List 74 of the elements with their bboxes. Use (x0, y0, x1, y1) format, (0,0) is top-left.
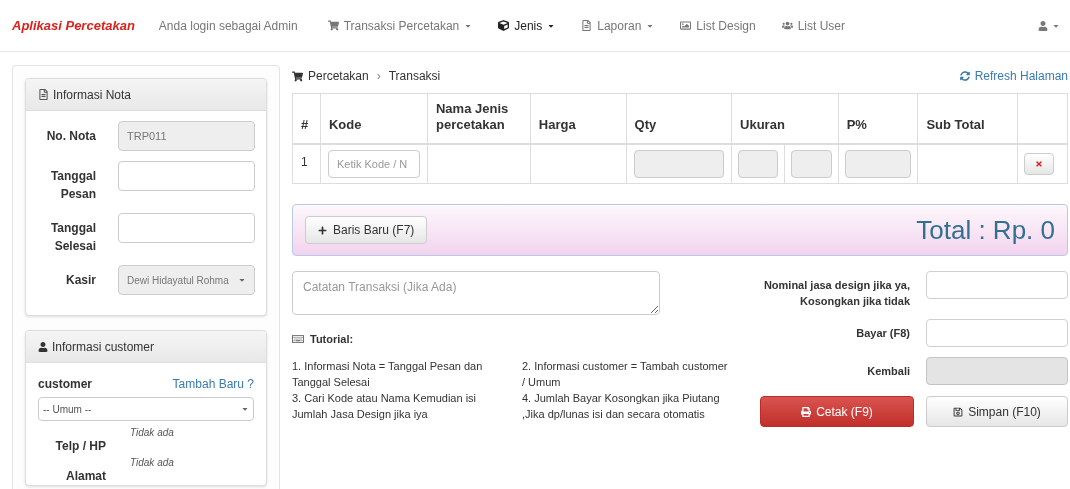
field-value: Tidak ada (130, 456, 174, 470)
nav-menu-item[interactable]: Jenis (498, 16, 556, 35)
users-icon (781, 20, 793, 31)
field-label: customer (38, 376, 93, 393)
refresh-icon (959, 71, 970, 81)
breadcrumb-separator: › (375, 68, 382, 85)
column-header: Kode (320, 93, 428, 144)
tutorial-step: 3. Cari Kode atau Nama Kemudian isi Jumlah Jasa Design jika iya (292, 389, 522, 422)
cart-icon (292, 70, 303, 82)
row-number: 1 (292, 143, 321, 184)
save-icon (953, 406, 964, 417)
keyboard-icon (292, 333, 304, 346)
add-row-button[interactable]: Baris Baru (F7) (305, 216, 428, 244)
cube-icon (498, 20, 510, 31)
total-amount: Total : Rp. 0 (916, 213, 1055, 247)
field-label: Kembali (866, 364, 910, 379)
delete-row-button[interactable] (1024, 152, 1054, 175)
nav-menu-item[interactable]: List Design (680, 16, 756, 35)
column-header: Sub Total (917, 93, 1018, 144)
height-input[interactable] (790, 149, 832, 178)
print-icon (801, 406, 812, 417)
login-text: Anda login sebagai Admin (158, 17, 298, 35)
column-header: Nama Jenis percetakan (427, 93, 531, 144)
panel-title: Informasi Nota (53, 86, 132, 104)
tutorial-step: 2. Informasi customer = Tambah customer / Umum (522, 357, 742, 390)
user-menu[interactable] (1038, 20, 1060, 31)
column-header: Ukuran (731, 93, 839, 144)
tutorial-step: 1. Informasi Nota = Tanggal Pesan dan Tanggal Selesai (292, 357, 522, 390)
column-header: Qty (626, 93, 732, 144)
user-icon (1038, 20, 1048, 31)
customer-select[interactable]: -- Umum -- (38, 397, 254, 421)
field-label: Tanggal Selesai (49, 220, 96, 255)
refresh-link[interactable]: Refresh Halaman (959, 67, 1068, 85)
column-header: P% (838, 93, 918, 144)
field-label: Alamat (65, 468, 106, 485)
plus-icon (318, 225, 327, 235)
image-icon (680, 20, 692, 31)
tutorial-title: Tutorial: (310, 332, 354, 347)
cart-icon (327, 20, 339, 31)
field-value: Tidak ada (130, 426, 174, 440)
code-input[interactable]: Ketik Kode / N (327, 149, 420, 178)
document-icon (38, 89, 49, 100)
qty-input[interactable] (633, 149, 725, 178)
input-field[interactable] (926, 271, 1068, 299)
nav-menu-item[interactable]: List User (781, 16, 846, 35)
field-label: Bayar (F8) (855, 326, 910, 341)
input-field[interactable] (926, 319, 1068, 347)
save-button[interactable]: Simpan (F10) (926, 396, 1068, 427)
width-input[interactable] (738, 149, 778, 178)
print-button[interactable]: Cetak (F9) (760, 396, 914, 427)
caret-icon (241, 405, 249, 413)
panel-title: Informasi customer (52, 338, 155, 356)
column-header: Harga (530, 93, 627, 144)
notes-field[interactable]: Catatan Transaksi (Jika Ada) (292, 271, 660, 315)
tutorial-step: 4. Jumlah Bayar Kosongkan jika Piutang ,Jika dp/lunas isi dan secara otomatis (522, 389, 742, 422)
input-field[interactable] (118, 213, 255, 243)
breadcrumb-item[interactable]: Percetakan (308, 67, 369, 85)
caret-icon (238, 276, 246, 284)
field-label: Nominal jasa design jika ya, Kosongkan jika tidak (762, 278, 910, 309)
column-header: # (292, 93, 321, 144)
field-label: Telp / HP (54, 438, 106, 455)
field-label: Tanggal Pesan (49, 168, 96, 203)
add-new-link[interactable]: Tambah Baru ? (172, 375, 254, 393)
nav-menu-item[interactable]: Transaksi Percetakan (327, 16, 473, 35)
nav-menu-item[interactable]: Laporan (581, 16, 655, 35)
user-icon (38, 341, 48, 352)
document-icon (581, 20, 593, 31)
input-field[interactable] (118, 161, 255, 191)
close-icon (1035, 159, 1043, 168)
field-label: No. Nota (45, 128, 96, 145)
percent-input[interactable] (844, 149, 912, 178)
brand-link[interactable]: Aplikasi Percetakan (12, 15, 135, 36)
field-label: Kasir (64, 272, 96, 289)
breadcrumb-item[interactable]: Transaksi (388, 67, 441, 85)
